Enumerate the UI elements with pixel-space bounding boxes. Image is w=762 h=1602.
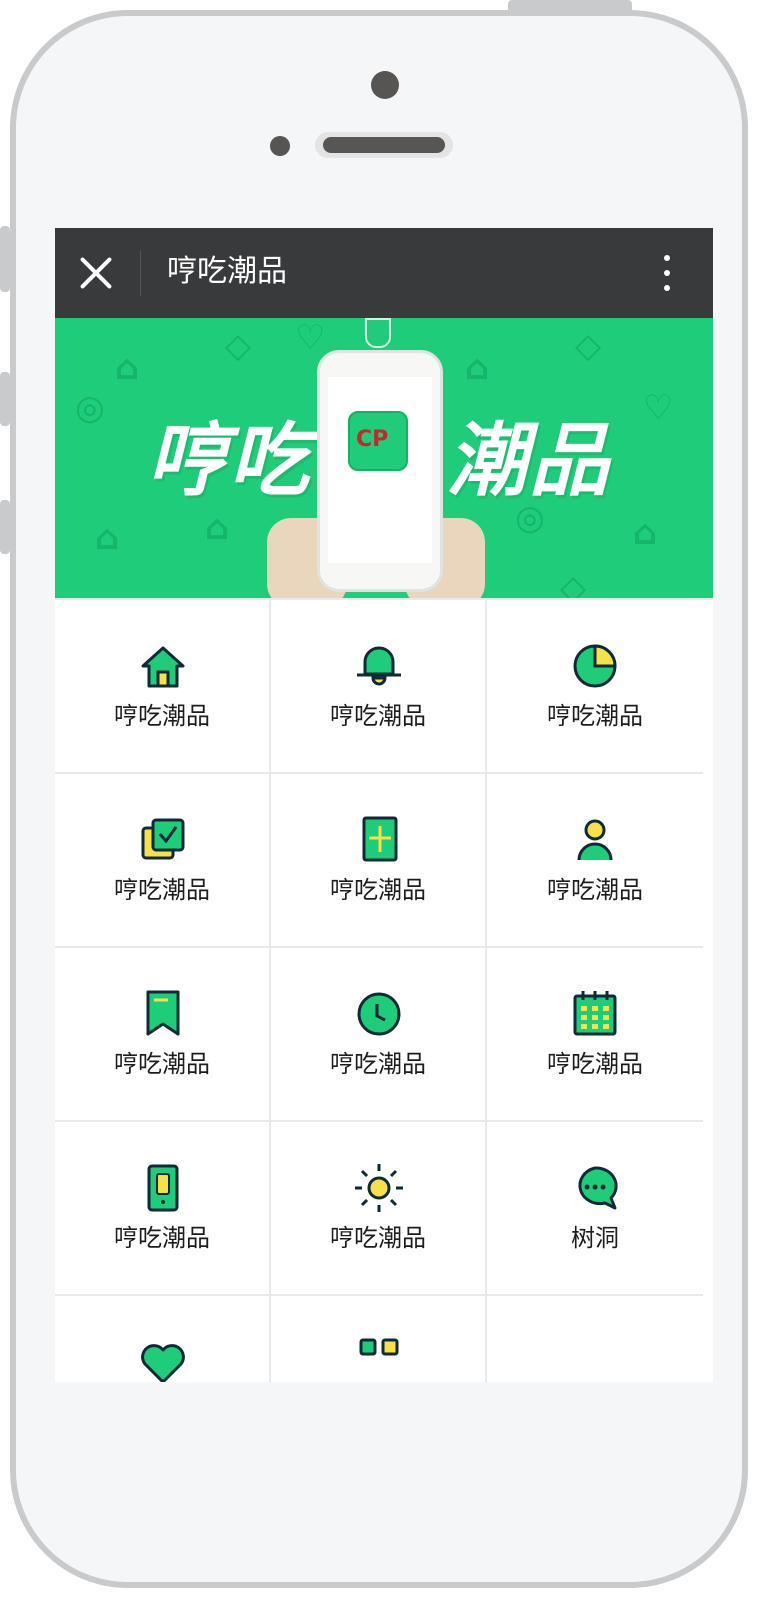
grid-item-7[interactable]: 哼吃潮品 bbox=[55, 948, 271, 1122]
page-title: 哼吃潮品 bbox=[167, 254, 287, 289]
lightbulb-icon bbox=[365, 318, 391, 348]
chat-icon bbox=[578, 1166, 618, 1210]
grid-item-8[interactable]: 哼吃潮品 bbox=[271, 948, 487, 1122]
grid-item-label: 哼吃潮品 bbox=[547, 1050, 643, 1078]
sun-icon bbox=[355, 1164, 403, 1212]
grid-item-1[interactable]: 哼吃潮品 bbox=[55, 600, 271, 774]
grid-item-label: 树洞 bbox=[571, 1224, 619, 1252]
grid-item-label: 哼吃潮品 bbox=[330, 876, 426, 904]
grid-item-10[interactable]: 哼吃潮品 bbox=[55, 1122, 271, 1296]
close-icon[interactable] bbox=[79, 256, 113, 290]
grid-item-label: 哼吃潮品 bbox=[114, 1224, 210, 1252]
grid-item-label: 哼吃潮品 bbox=[114, 1050, 210, 1078]
bookmark-icon bbox=[146, 990, 180, 1036]
volume-up-button bbox=[0, 372, 10, 426]
grid-item-13[interactable] bbox=[55, 1296, 271, 1382]
heart-icon bbox=[141, 1344, 185, 1382]
grid-item-label: 哼吃潮品 bbox=[330, 1224, 426, 1252]
volume-down-button bbox=[0, 500, 10, 554]
grid-item-label: 哼吃潮品 bbox=[114, 876, 210, 904]
top-bar: 哼吃潮品 bbox=[55, 228, 713, 318]
pie-chart-icon bbox=[573, 644, 617, 688]
app-logo: CP bbox=[348, 411, 408, 471]
earpiece-speaker bbox=[315, 132, 453, 158]
grid-item-12[interactable]: 树洞 bbox=[487, 1122, 703, 1296]
grid-item-9[interactable]: 哼吃潮品 bbox=[487, 948, 703, 1122]
banner[interactable]: ⌂ ◎ ◇ ♡ ⌂ ⌂ ⌂ ◇ ♡ ◎ ⌂ ◇ 哼吃 CP 潮品 bbox=[55, 318, 713, 600]
banner-title-left: 哼吃 bbox=[147, 414, 311, 507]
grid-item-label: 哼吃潮品 bbox=[114, 702, 210, 730]
home-icon bbox=[141, 646, 185, 688]
checkbox-icon bbox=[141, 818, 185, 860]
mute-switch bbox=[0, 226, 10, 292]
grid-item-14[interactable] bbox=[271, 1296, 487, 1382]
banner-title-right: 潮品 bbox=[447, 414, 611, 507]
grid-item-5[interactable]: 哼吃潮品 bbox=[271, 774, 487, 948]
grid-item-label: 哼吃潮品 bbox=[330, 1050, 426, 1078]
grid-item-3[interactable]: 哼吃潮品 bbox=[487, 600, 703, 774]
grid-item-2[interactable]: 哼吃潮品 bbox=[271, 600, 487, 774]
document-add-icon bbox=[362, 816, 398, 862]
bell-icon bbox=[357, 646, 401, 686]
more-options-icon[interactable] bbox=[655, 253, 679, 293]
grid-item-6[interactable]: 哼吃潮品 bbox=[487, 774, 703, 948]
divider bbox=[140, 250, 141, 296]
calendar-icon bbox=[573, 991, 617, 1036]
grid-item-label: 哼吃潮品 bbox=[330, 702, 426, 730]
front-camera bbox=[371, 71, 399, 99]
grid-item-4[interactable]: 哼吃潮品 bbox=[55, 774, 271, 948]
mobile-icon bbox=[147, 1164, 179, 1212]
grid-item-15 bbox=[487, 1296, 703, 1382]
app-screen: 哼吃潮品 ⌂ ◎ ◇ ♡ ⌂ ⌂ ⌂ ◇ ♡ ◎ ⌂ ◇ 哼吃 CP 潮品 哼吃… bbox=[55, 228, 713, 1382]
grid-icon bbox=[359, 1338, 399, 1356]
grid-item-label: 哼吃潮品 bbox=[547, 702, 643, 730]
clock-icon bbox=[357, 992, 401, 1036]
user-icon bbox=[577, 819, 613, 861]
proximity-sensor bbox=[270, 136, 290, 156]
phone-illustration: CP bbox=[317, 350, 443, 592]
grid-item-11[interactable]: 哼吃潮品 bbox=[271, 1122, 487, 1296]
grid-item-label: 哼吃潮品 bbox=[547, 876, 643, 904]
